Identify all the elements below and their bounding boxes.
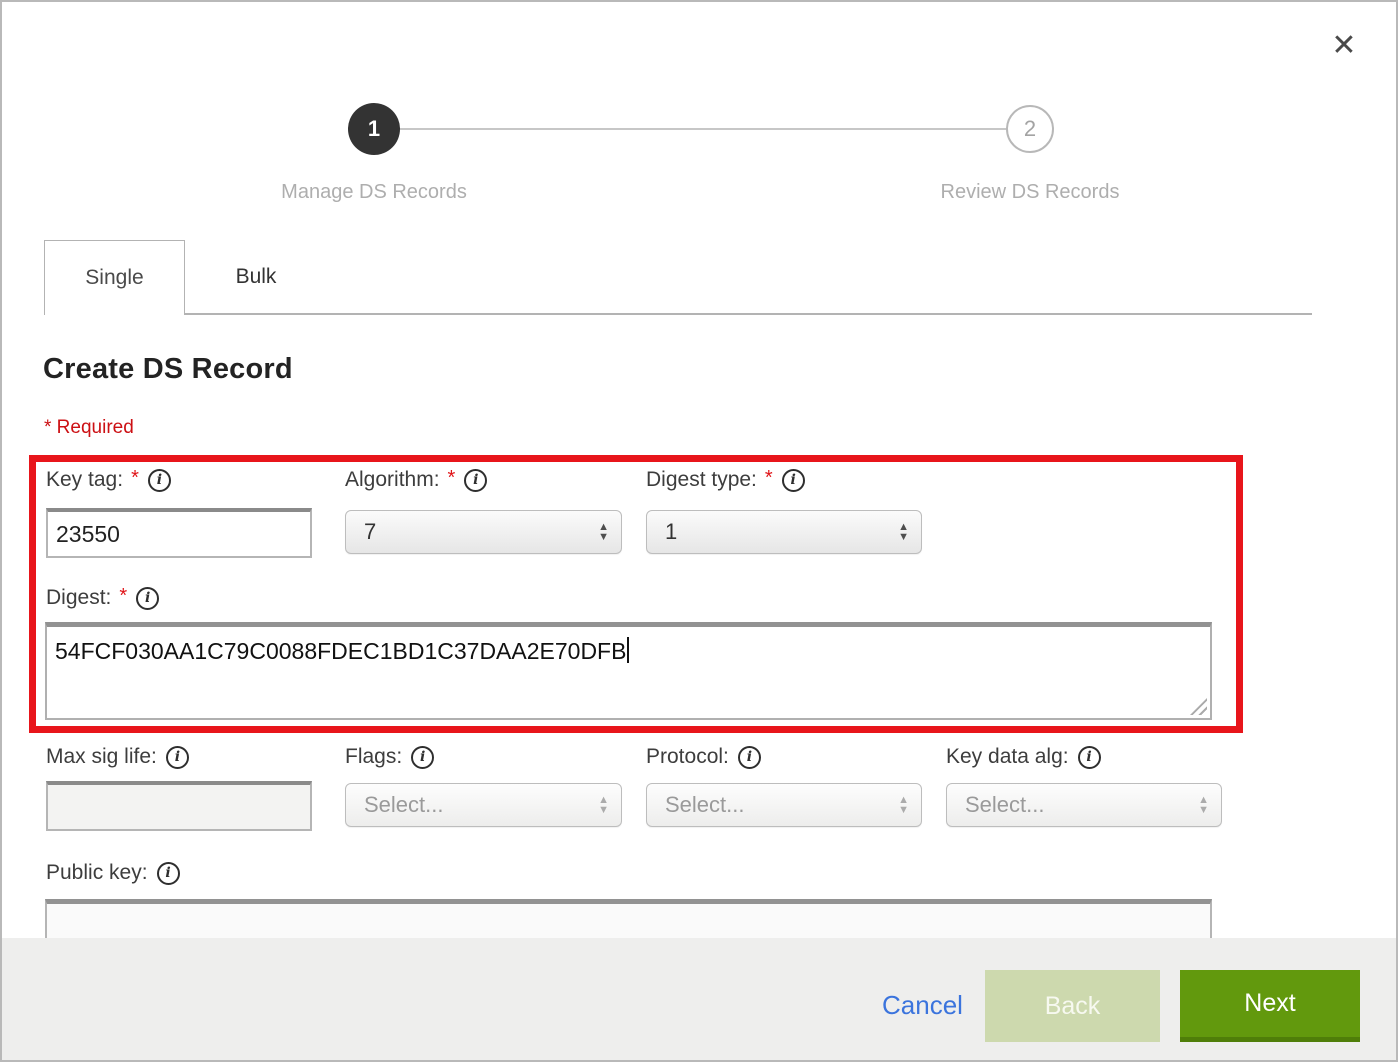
spinner-arrows-icon: ▲ ▼ bbox=[598, 522, 609, 542]
info-icon[interactable]: i bbox=[782, 469, 805, 492]
algorithm-select-value: 7 bbox=[346, 519, 376, 545]
spinner-arrows-icon: ▲ ▼ bbox=[898, 522, 909, 542]
required-note: * Required bbox=[44, 417, 134, 439]
required-asterisk: * bbox=[448, 467, 456, 490]
stepper-step-2-circle: 2 bbox=[1006, 105, 1054, 153]
resize-handle-icon[interactable] bbox=[1190, 698, 1207, 715]
max-sig-life-input bbox=[46, 781, 312, 831]
algorithm-label: Algorithm: * i bbox=[345, 468, 487, 492]
info-icon[interactable]: i bbox=[411, 746, 434, 769]
flags-select-value: Select... bbox=[346, 792, 443, 818]
required-asterisk: * bbox=[131, 467, 139, 490]
key-tag-input[interactable] bbox=[46, 508, 312, 558]
info-icon[interactable]: i bbox=[157, 862, 180, 885]
required-asterisk: * bbox=[765, 467, 773, 490]
text-cursor-caret bbox=[627, 637, 629, 663]
protocol-select[interactable]: Select... ▲ ▼ bbox=[646, 783, 922, 827]
algorithm-select[interactable]: 7 ▲ ▼ bbox=[345, 510, 622, 554]
stepper-step-1-label: Manage DS Records bbox=[244, 181, 504, 204]
digest-value: 54FCF030AA1C79C0088FDEC1BD1C37DAA2E70DFB bbox=[55, 638, 626, 664]
digest-label: Digest: * i bbox=[46, 586, 159, 610]
key-data-alg-select[interactable]: Select... ▲ ▼ bbox=[946, 783, 1222, 827]
stepper-connector-line bbox=[398, 128, 1008, 130]
stepper-step-1-circle: 1 bbox=[348, 103, 400, 155]
flags-label: Flags: i bbox=[345, 745, 434, 769]
info-icon[interactable]: i bbox=[1078, 746, 1101, 769]
close-icon[interactable]: ✕ bbox=[1326, 28, 1362, 64]
info-icon[interactable]: i bbox=[738, 746, 761, 769]
info-icon[interactable]: i bbox=[464, 469, 487, 492]
public-key-label: Public key: i bbox=[46, 861, 180, 885]
public-key-textarea[interactable] bbox=[45, 899, 1212, 940]
spinner-arrows-icon: ▲ ▼ bbox=[598, 795, 609, 815]
stepper-step-1-number: 1 bbox=[368, 116, 380, 142]
tab-bottom-rule bbox=[185, 313, 1312, 315]
key-tag-label: Key tag: * i bbox=[46, 468, 171, 492]
tab-single[interactable]: Single bbox=[44, 240, 185, 315]
max-sig-life-label: Max sig life: i bbox=[46, 745, 189, 769]
key-data-alg-select-value: Select... bbox=[947, 792, 1044, 818]
cancel-link[interactable]: Cancel bbox=[882, 990, 963, 1021]
required-asterisk: * bbox=[119, 585, 127, 608]
flags-select[interactable]: Select... ▲ ▼ bbox=[345, 783, 622, 827]
key-data-alg-label: Key data alg: i bbox=[946, 745, 1101, 769]
tab-single-label: Single bbox=[85, 266, 143, 290]
stepper-step-2-number: 2 bbox=[1024, 116, 1036, 142]
digest-type-select[interactable]: 1 ▲ ▼ bbox=[646, 510, 922, 554]
digest-type-label: Digest type: * i bbox=[646, 468, 805, 492]
create-ds-record-modal: ✕ 1 2 Manage DS Records Review DS Record… bbox=[0, 0, 1398, 1062]
tab-bulk-label: Bulk bbox=[236, 265, 277, 289]
spinner-arrows-icon: ▲ ▼ bbox=[898, 795, 909, 815]
next-button[interactable]: Next bbox=[1180, 970, 1360, 1042]
protocol-select-value: Select... bbox=[647, 792, 744, 818]
tab-bulk[interactable]: Bulk bbox=[185, 240, 327, 314]
info-icon[interactable]: i bbox=[148, 469, 171, 492]
page-title: Create DS Record bbox=[43, 353, 293, 386]
digest-type-select-value: 1 bbox=[647, 519, 677, 545]
info-icon[interactable]: i bbox=[136, 587, 159, 610]
back-button: Back bbox=[985, 970, 1160, 1042]
protocol-label: Protocol: i bbox=[646, 745, 761, 769]
digest-textarea[interactable]: 54FCF030AA1C79C0088FDEC1BD1C37DAA2E70DFB bbox=[45, 622, 1212, 720]
spinner-arrows-icon: ▲ ▼ bbox=[1198, 795, 1209, 815]
stepper-step-2-label: Review DS Records bbox=[900, 181, 1160, 204]
info-icon[interactable]: i bbox=[166, 746, 189, 769]
